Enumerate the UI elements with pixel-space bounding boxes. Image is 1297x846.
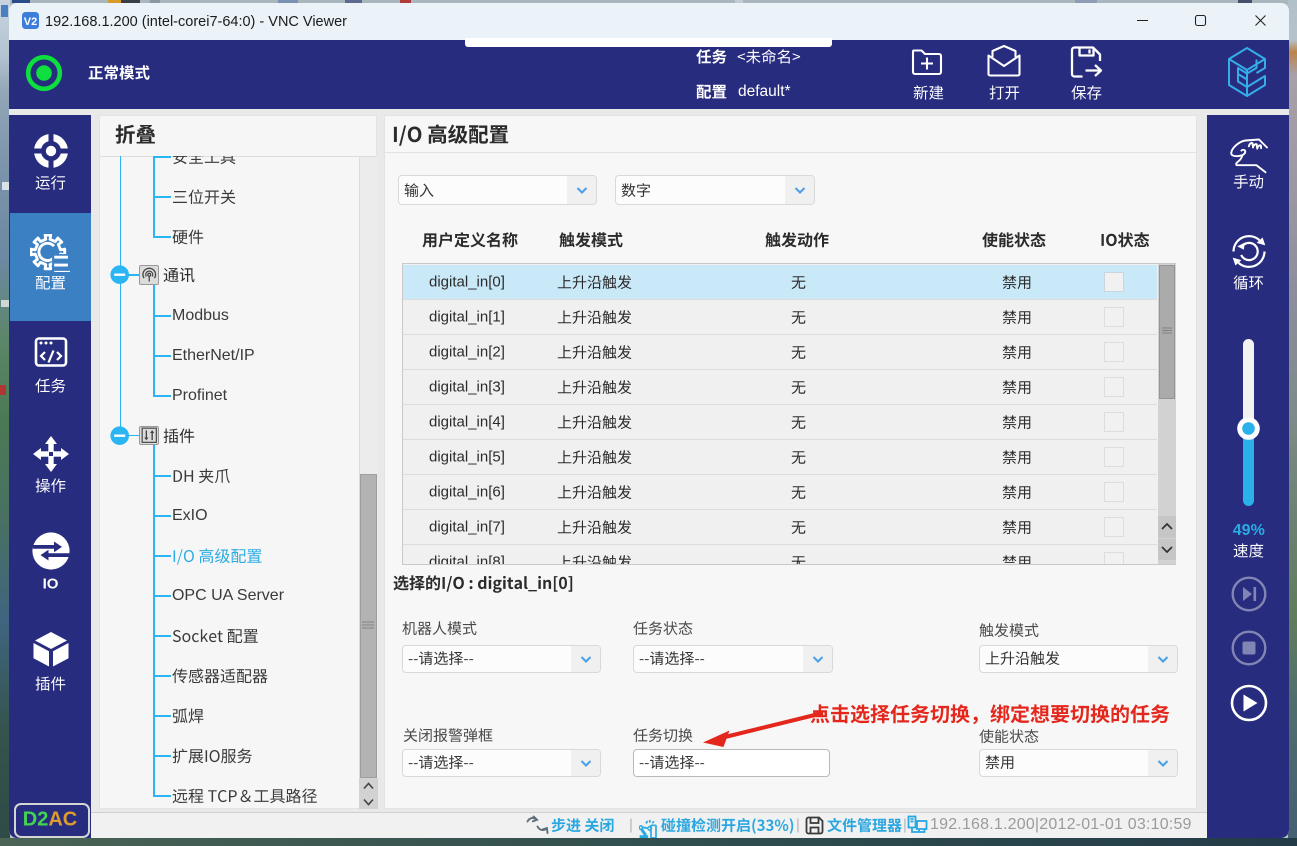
svg-text:V2: V2 bbox=[24, 16, 37, 28]
